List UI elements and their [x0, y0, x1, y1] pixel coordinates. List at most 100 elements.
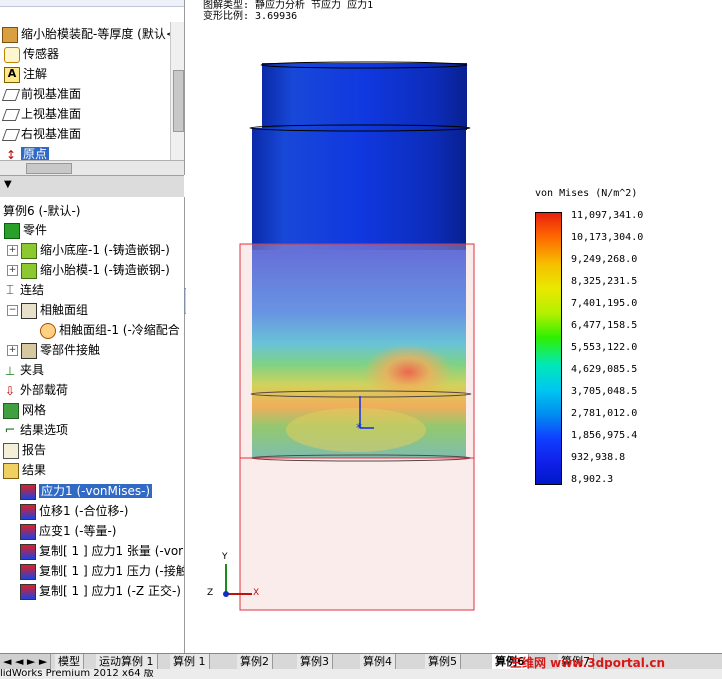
tree-label: 零件: [23, 223, 48, 237]
tree-item-right-plane[interactable]: 右视基准面: [1, 124, 82, 144]
tab-label: 模型: [58, 655, 80, 668]
tree-label: 网格: [22, 403, 47, 417]
results-node[interactable]: 结果: [3, 460, 46, 480]
expand-icon[interactable]: +: [7, 245, 18, 256]
loads-node[interactable]: ⇩ 外部载荷: [3, 380, 68, 400]
assembly-node[interactable]: 缩小胎模装配-等厚度 (默认<默: [2, 24, 185, 44]
tab-nav-arrows[interactable]: ◄ ◄ ► ►: [0, 654, 51, 669]
tree-label: 连结: [20, 283, 45, 297]
part-item-mold[interactable]: + 缩小胎模-1 (-铸造嵌钢-): [7, 260, 170, 280]
result-item-strain1[interactable]: 应变1 (-等量-): [20, 521, 116, 541]
component-contact-icon: [21, 342, 37, 359]
legend-value: 2,781,012.0: [571, 408, 638, 419]
legend-value: 4,629,085.5: [571, 364, 638, 375]
part-item-base[interactable]: + 缩小底座-1 (-铸造嵌钢-): [7, 240, 170, 260]
part-icon: [21, 262, 37, 279]
report-node[interactable]: 报告: [3, 440, 46, 460]
legend-value: 10,173,304.0: [571, 232, 644, 243]
tree-label: 报告: [22, 443, 47, 457]
tree-label: 复制[ 1 ] 应力1 张量 (-vor: [39, 544, 184, 558]
tree-horizontal-scrollbar[interactable]: [0, 160, 184, 175]
tab-study-1[interactable]: 算例 1: [170, 654, 210, 669]
connection-icon: ⌶: [6, 282, 14, 298]
tree-item-top-plane[interactable]: 上视基准面: [1, 104, 82, 124]
part-icon: [21, 242, 37, 259]
annotation-icon: A: [4, 66, 20, 83]
status-text: lidWorks Premium 2012 x64 版: [0, 669, 154, 679]
legend-value: 8,325,231.5: [571, 276, 638, 287]
tree-item-front-plane[interactable]: 前视基准面: [1, 84, 81, 104]
result-options-node[interactable]: ⌐ 结果选项: [3, 420, 68, 440]
study-root-label: 算例6 (-默认-): [3, 204, 81, 218]
tree-item-label: 右视基准面: [21, 127, 82, 141]
result-item-copy-pressure[interactable]: 复制[ 1 ] 应力1 压力 (-接触: [20, 561, 184, 581]
assembly-icon: [2, 26, 18, 43]
result-item-displacement1[interactable]: 位移1 (-合位移-): [20, 501, 128, 521]
result-item-stress1[interactable]: 应力1 (-vonMises-): [20, 481, 153, 501]
contact-set-icon: [21, 302, 37, 319]
model-render: *: [223, 61, 475, 611]
axis-marker-star: *: [356, 421, 362, 435]
study-tab-bar: ◄ ◄ ► ► 模型 运动算例 1 算例 1 算例2 算例3 算例4 算例5 算…: [0, 653, 722, 670]
expand-icon[interactable]: +: [7, 345, 18, 356]
tab-label: 算例 1: [173, 655, 206, 668]
scrollbar-thumb[interactable]: [173, 70, 184, 132]
feature-tree-panel: 缩小胎模装配-等厚度 (默认<默 传感器 A 注解 前视基准面 上视基准面 右视基…: [0, 0, 185, 175]
shrink-fit-icon: [40, 322, 56, 339]
plane-icon: [1, 108, 21, 121]
tab-study-5[interactable]: 算例5: [425, 654, 461, 669]
tab-motion-study-1[interactable]: 运动算例 1: [96, 654, 158, 669]
plane-icon: [1, 88, 21, 101]
legend-color-bar: [535, 212, 562, 485]
report-icon: [3, 442, 19, 459]
expand-icon[interactable]: +: [7, 265, 18, 276]
tree-label: 相触面组: [40, 303, 89, 317]
tree-item-label: 上视基准面: [21, 107, 82, 121]
tree-label: 应力1 (-vonMises-): [39, 484, 153, 498]
mesh-node[interactable]: 网格: [3, 400, 46, 420]
study-root[interactable]: 算例6 (-默认-): [3, 201, 80, 221]
chevron-down-icon[interactable]: ▼: [4, 179, 12, 190]
triad-z-label: Z: [207, 588, 214, 598]
tree-label: 夹具: [20, 363, 45, 377]
panel-splitter[interactable]: ▼: [0, 175, 184, 199]
tree-label: 缩小胎模-1 (-铸造嵌钢-): [40, 263, 170, 277]
tab-model[interactable]: 模型: [55, 654, 84, 669]
collapse-icon[interactable]: −: [7, 305, 18, 316]
plot-type-text: 图解类型: 静应力分析 节应力 应力1: [203, 0, 374, 11]
parts-node[interactable]: 零件: [4, 220, 47, 240]
tab-study-3[interactable]: 算例3: [297, 654, 333, 669]
legend-value: 932,938.8: [571, 452, 626, 463]
tree-label: 复制[ 1 ] 应力1 (-Z 正交-): [39, 584, 181, 598]
scrollbar-thumb[interactable]: [26, 163, 72, 174]
stress-plot-icon: [20, 583, 36, 600]
result-item-copy-tensor[interactable]: 复制[ 1 ] 应力1 张量 (-vor: [20, 541, 183, 561]
legend-value: 3,705,048.5: [571, 386, 638, 397]
displacement-plot-icon: [20, 503, 36, 520]
result-item-copy-z-normal[interactable]: 复制[ 1 ] 应力1 (-Z 正交-): [20, 581, 181, 601]
tab-study-2[interactable]: 算例2: [237, 654, 273, 669]
contact-set-item[interactable]: 相触面组-1 (-冷缩配合: [40, 320, 180, 340]
connections-node[interactable]: ⌶ 连结: [3, 280, 44, 300]
triad-x-label: X: [253, 588, 260, 598]
fixtures-node[interactable]: ⊥ 夹具: [3, 360, 44, 380]
tab-study-4[interactable]: 算例4: [360, 654, 396, 669]
tree-item-label: 传感器: [23, 47, 60, 61]
tree-label: 结果: [22, 463, 47, 477]
status-bar: lidWorks Premium 2012 x64 版: [0, 669, 722, 679]
tree-label: 外部载荷: [20, 383, 69, 397]
sensor-icon: [4, 46, 20, 63]
graphics-viewport[interactable]: * Y X Z: [186, 0, 722, 653]
tree-item-sensors[interactable]: 传感器: [4, 44, 59, 64]
assembly-label: 缩小胎模装配-等厚度 (默认<默: [21, 27, 185, 41]
tree-label: 应变1 (-等量-): [39, 524, 117, 538]
legend-title: von Mises (N/m^2): [535, 188, 638, 199]
triad-z-axis: [223, 591, 229, 597]
contact-set-node[interactable]: − 相触面组: [7, 300, 88, 320]
simulation-study-tree: 算例6 (-默认-) 零件 + 缩小底座-1 (-铸造嵌钢-) + 缩小胎模-1 (…: [0, 197, 185, 653]
component-contact-node[interactable]: + 零部件接触: [7, 340, 100, 360]
plane-icon: [1, 128, 21, 141]
cylinder-top-section: [262, 63, 467, 130]
tree-item-annotations[interactable]: A 注解: [4, 64, 47, 84]
tree-vertical-scrollbar[interactable]: [170, 22, 184, 160]
